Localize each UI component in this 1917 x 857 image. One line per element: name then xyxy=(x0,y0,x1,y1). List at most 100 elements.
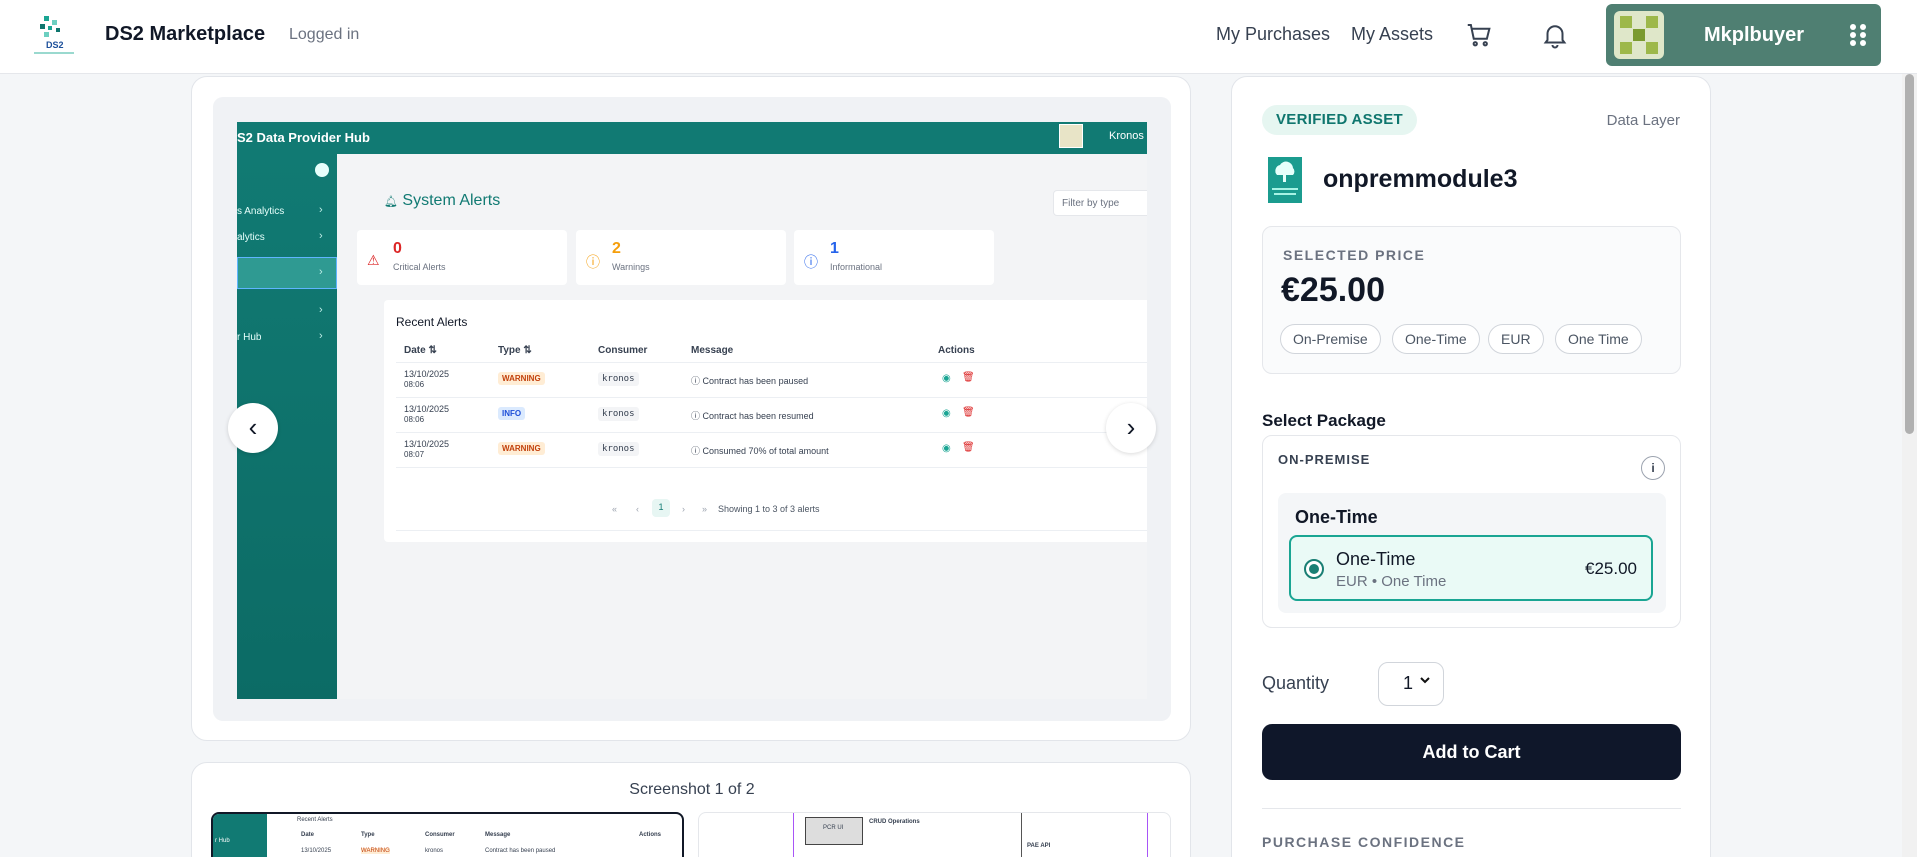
consumer-chip: kronos xyxy=(598,372,639,386)
thumb-sidebar xyxy=(213,814,267,857)
page-scrollbar[interactable] xyxy=(1902,74,1917,857)
divider xyxy=(1262,808,1681,809)
apps-grid-icon[interactable] xyxy=(1849,23,1869,47)
verified-badge: VERIFIED ASSET xyxy=(1262,105,1417,135)
stat-label: Critical Alerts xyxy=(393,262,446,272)
pager-page: 1 xyxy=(652,499,670,517)
stat-value: 0 xyxy=(393,240,402,257)
asset-logo xyxy=(1268,157,1302,203)
thumb2-line xyxy=(793,813,794,857)
thumb-col: Date xyxy=(301,832,315,838)
eye-icon: ◉ xyxy=(942,443,951,454)
thumb2-box-label: PCR UI xyxy=(823,825,844,831)
avatar xyxy=(1614,11,1664,59)
pager-first: « xyxy=(612,504,618,514)
price-label: SELECTED PRICE xyxy=(1283,247,1426,263)
shot-sidebar-item: alytics xyxy=(237,232,265,243)
package-group-title: ON-PREMISE xyxy=(1278,452,1371,467)
shot-page-title: 🔔︎ System Alerts xyxy=(384,192,500,210)
nav-my-assets[interactable]: My Assets xyxy=(1351,24,1433,45)
ds2-logo[interactable]: DS2 xyxy=(30,14,82,58)
stat-label: Informational xyxy=(830,262,883,272)
thumb2-box xyxy=(805,817,863,845)
chevron-right-icon: › xyxy=(319,230,323,242)
select-package-heading: Select Package xyxy=(1262,411,1386,430)
column-header: Type ⇅ xyxy=(498,345,532,356)
shot-user: Kronos xyxy=(1109,130,1144,142)
shot-page-title-text: System Alerts xyxy=(402,192,501,209)
shot-header: S2 Data Provider Hub Kronos xyxy=(237,122,1147,154)
row-time: 08:06 xyxy=(404,415,425,424)
top-navbar: DS2 DS2 Marketplace Logged in My Purchas… xyxy=(0,0,1917,74)
stat-critical: ⚠ 0 Critical Alerts xyxy=(357,230,567,285)
selected-price-box: SELECTED PRICE €25.00 On-Premise One-Tim… xyxy=(1262,226,1681,374)
thumbnail-2[interactable]: PCR UI CRUD Operations PAE API xyxy=(698,812,1171,857)
package-name: One-Time xyxy=(1295,507,1378,527)
thumb-date: 13/10/2025 xyxy=(301,848,332,854)
brand-title[interactable]: DS2 Marketplace xyxy=(105,23,265,46)
row-message: ⓘ Contract has been resumed xyxy=(691,411,814,421)
option-subtitle: EUR • One Time xyxy=(1336,573,1447,590)
stat-label: Warnings xyxy=(612,262,650,272)
eye-icon: ◉ xyxy=(942,408,951,419)
row-message: ⓘ Consumed 70% of total amount xyxy=(691,446,829,456)
divider xyxy=(396,467,1147,468)
option-price: €25.00 xyxy=(1585,559,1637,578)
package-option[interactable]: One-Time EUR • One Time €25.00 xyxy=(1289,535,1653,601)
screenshot-gallery: S2 Data Provider Hub Kronos s Analytics … xyxy=(191,76,1191,741)
quantity-select[interactable]: 1 xyxy=(1378,662,1444,706)
consumer-chip: kronos xyxy=(598,442,639,456)
screenshot-image: S2 Data Provider Hub Kronos s Analytics … xyxy=(237,122,1147,699)
warning-triangle-icon: ⚠ xyxy=(367,252,380,268)
pager-last: » xyxy=(702,504,708,514)
previous-screenshot-button[interactable]: ‹ xyxy=(228,403,278,453)
row-message: ⓘ Contract has been paused xyxy=(691,376,809,386)
user-menu[interactable]: Mkplbuyer xyxy=(1606,4,1881,66)
info-button[interactable]: i xyxy=(1641,456,1665,480)
column-header: Date ⇅ xyxy=(404,345,437,356)
nav-my-purchases[interactable]: My Purchases xyxy=(1216,24,1330,45)
column-header: Actions xyxy=(938,345,975,356)
next-screenshot-button[interactable]: › xyxy=(1106,403,1156,453)
collapse-icon xyxy=(315,163,329,177)
screenshot-counter: Screenshot 1 of 2 xyxy=(629,781,755,798)
pager-text: Showing 1 to 3 of 3 alerts xyxy=(718,504,820,514)
divider xyxy=(396,362,1147,363)
thumbnail-1[interactable]: r Hub Recent Alerts Date Type Consumer M… xyxy=(211,812,684,857)
alert-circle-icon: ⓘ xyxy=(586,254,600,270)
cart-icon[interactable] xyxy=(1464,20,1494,50)
radio-dot xyxy=(1309,564,1319,574)
price-chip: EUR xyxy=(1488,324,1544,354)
stat-value: 2 xyxy=(612,240,621,257)
consumer-chip: kronos xyxy=(598,407,639,421)
stat-value: 1 xyxy=(830,240,839,257)
table-title: Recent Alerts xyxy=(396,315,468,329)
shot-sidebar-item: s Analytics xyxy=(237,206,285,217)
shot-sidebar-item: r Hub xyxy=(237,332,262,343)
shot-filter-input: Filter by type xyxy=(1053,190,1147,216)
stat-informational: ⓘ 1 Informational xyxy=(794,230,994,285)
option-radio[interactable] xyxy=(1304,559,1324,579)
screenshot-viewer: S2 Data Provider Hub Kronos s Analytics … xyxy=(213,97,1171,721)
thumb-col: Actions xyxy=(639,832,662,838)
quantity-label: Quantity xyxy=(1262,673,1330,693)
eye-icon: ◉ xyxy=(942,373,951,384)
row-time: 08:06 xyxy=(404,380,425,389)
thumb-col: Type xyxy=(361,832,375,838)
type-badge: WARNING xyxy=(498,442,545,455)
chevron-down-icon xyxy=(1419,673,1431,689)
bell-icon[interactable] xyxy=(1540,20,1570,50)
thumb2-label: CRUD Operations xyxy=(869,819,920,825)
trash-icon: 🗑︎ xyxy=(962,407,975,418)
add-to-cart-button[interactable]: Add to Cart xyxy=(1262,724,1681,780)
thumb-consumer: kronos xyxy=(425,848,444,854)
login-status: Logged in xyxy=(289,26,360,43)
row-date: 13/10/2025 xyxy=(404,439,450,449)
chevron-right-icon: › xyxy=(319,266,323,278)
price-chip: One-Time xyxy=(1392,324,1480,354)
thumb2-api: PAE API xyxy=(1027,843,1051,849)
thumb-col: Consumer xyxy=(425,832,455,838)
bell-icon: 🔔︎ xyxy=(384,196,398,208)
scrollbar-thumb[interactable] xyxy=(1905,74,1914,434)
pager-next: › xyxy=(682,504,685,514)
